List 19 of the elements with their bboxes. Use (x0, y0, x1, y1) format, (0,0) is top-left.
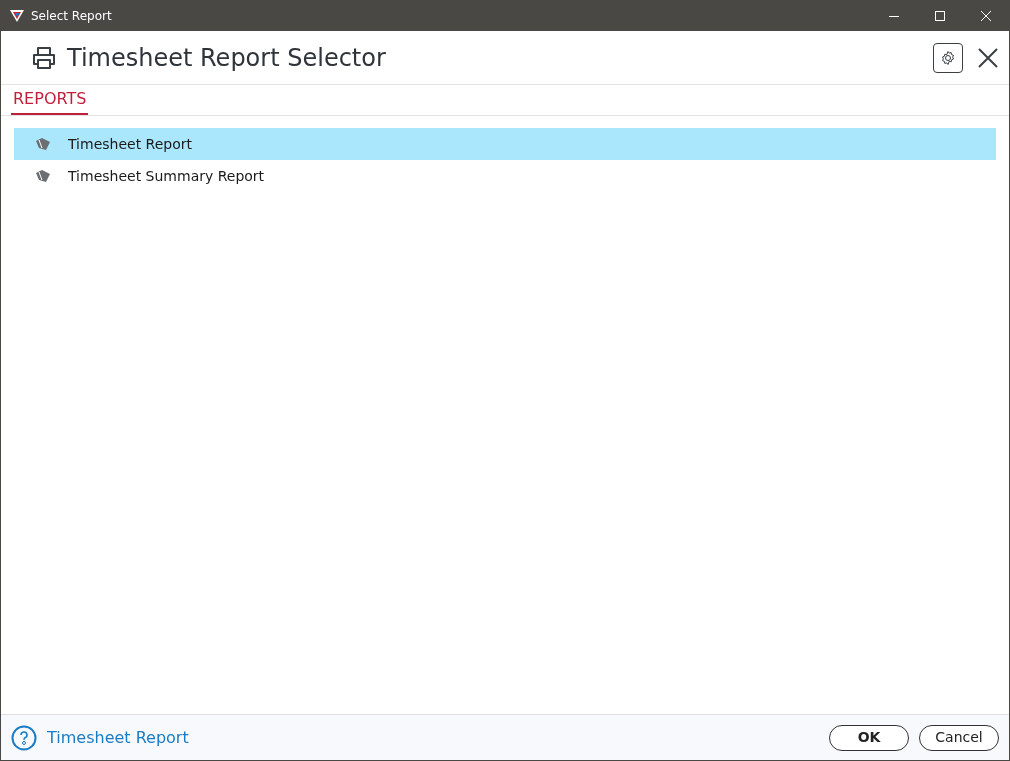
close-icon (981, 11, 991, 21)
maximize-icon (935, 11, 945, 21)
printer-icon (31, 45, 57, 70)
help-link[interactable]: Timesheet Report (47, 725, 189, 750)
settings-button[interactable] (933, 42, 963, 73)
help-icon (11, 724, 37, 751)
report-icon (34, 169, 52, 183)
cancel-button[interactable]: Cancel (919, 724, 999, 751)
settings-icon (940, 49, 956, 66)
close-icon (978, 47, 998, 68)
minimize-icon (889, 15, 899, 17)
report-item[interactable]: Timesheet Report (14, 128, 996, 160)
close-button[interactable] (977, 46, 999, 69)
ok-button[interactable]: OK (829, 724, 909, 751)
reports-tab[interactable]: REPORTS (11, 87, 89, 115)
app-logo-icon (9, 9, 25, 23)
report-icon (34, 137, 52, 151)
dialog-title: Timesheet Report Selector (67, 42, 386, 74)
window-title: Select Report (31, 8, 112, 25)
